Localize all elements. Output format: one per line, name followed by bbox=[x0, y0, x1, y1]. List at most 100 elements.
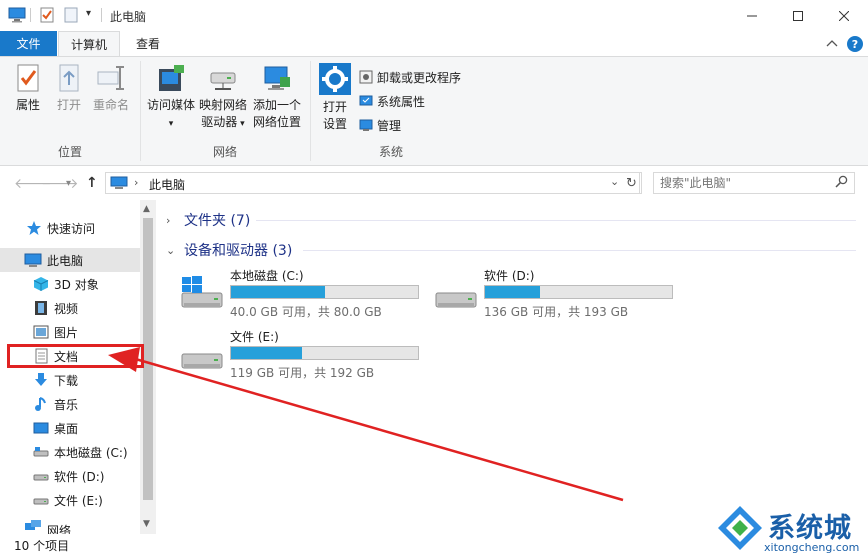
watermark: 系统城 xitongcheng.com bbox=[714, 500, 868, 556]
open-settings-button[interactable]: 打开 设置 bbox=[317, 63, 353, 133]
drive-icon bbox=[33, 474, 49, 481]
ribbon: 属性 打开 重命名 位置 访问媒体 ▾ 映射网络 驱动器 ▾ 添加一个 网络位置 bbox=[0, 56, 868, 166]
address-bar[interactable]: › 此电脑 ⌄ bbox=[105, 172, 640, 194]
manage-label: 管理 bbox=[377, 118, 402, 133]
scroll-thumb[interactable] bbox=[143, 218, 153, 500]
gear-icon bbox=[319, 63, 351, 95]
drive-e-info: 119 GB 可用，共 192 GB bbox=[230, 366, 375, 380]
picture-icon bbox=[33, 325, 49, 339]
manage-icon bbox=[359, 119, 373, 131]
nav-this-pc[interactable]: 此电脑 bbox=[0, 248, 140, 272]
star-icon bbox=[27, 221, 41, 235]
search-box[interactable] bbox=[653, 172, 855, 194]
search-icon[interactable] bbox=[835, 175, 848, 191]
open-settings-label-2: 设置 bbox=[322, 117, 347, 131]
this-pc-icon bbox=[24, 253, 42, 267]
ribbon-group-system: 打开 设置 卸载或更改程序 系统属性 管理 系统 bbox=[311, 57, 471, 165]
content-pane: › 文件夹 (7) ⌄ 设备和驱动器 (3) 本地磁盘 (C:) 40.0 GB… bbox=[156, 200, 868, 534]
rename-icon bbox=[97, 66, 124, 90]
nav-network[interactable]: 网络 bbox=[0, 518, 140, 534]
system-properties-label: 系统属性 bbox=[377, 94, 426, 109]
nav-label: 软件 (D:) bbox=[54, 469, 105, 484]
nav-label: 下载 bbox=[54, 373, 79, 388]
tab-computer[interactable]: 计算机 bbox=[58, 31, 120, 57]
video-icon bbox=[35, 301, 47, 315]
drive-e-usage-bar bbox=[230, 346, 419, 360]
this-pc-icon[interactable] bbox=[8, 7, 26, 26]
rename-button[interactable]: 重命名 bbox=[90, 63, 132, 114]
title-bar: ▾ 此电脑 bbox=[0, 0, 868, 31]
uninstall-icon bbox=[359, 70, 373, 84]
properties-button[interactable]: 属性 bbox=[10, 63, 46, 114]
nav-local-disk-c[interactable]: 本地磁盘 (C:) bbox=[0, 440, 140, 464]
section-devices[interactable]: ⌄ 设备和驱动器 (3) bbox=[166, 240, 292, 260]
drive-icon bbox=[181, 353, 223, 369]
nav-music[interactable]: 音乐 bbox=[0, 392, 140, 416]
nav-software-disk-d[interactable]: 软件 (D:) bbox=[0, 464, 140, 488]
open-label: 打开 bbox=[56, 98, 81, 112]
section-folders[interactable]: › 文件夹 (7) bbox=[166, 210, 250, 230]
nav-label: 音乐 bbox=[54, 397, 79, 412]
tab-view[interactable]: 查看 bbox=[125, 31, 171, 56]
nav-pictures[interactable]: 图片 bbox=[0, 320, 140, 344]
forward-arrow-icon[interactable]: 🡒 bbox=[41, 175, 79, 192]
title-divider bbox=[101, 8, 102, 22]
watermark-title: 系统城 bbox=[768, 513, 852, 544]
system-properties-button[interactable]: 系统属性 bbox=[359, 90, 425, 112]
ribbon-group-location: 属性 打开 重命名 位置 bbox=[0, 57, 140, 165]
recent-locations-icon[interactable]: ▾ bbox=[66, 178, 71, 189]
access-media-label: 访问媒体 bbox=[146, 98, 195, 112]
uninstall-programs-button[interactable]: 卸载或更改程序 bbox=[359, 66, 461, 88]
windows-drive-icon bbox=[181, 276, 223, 308]
drive-icon bbox=[33, 498, 49, 505]
scroll-down-icon[interactable]: ▼ bbox=[143, 519, 150, 529]
section-divider bbox=[256, 220, 856, 221]
breadcrumb-this-pc[interactable]: 此电脑 bbox=[149, 176, 185, 193]
qat-divider bbox=[30, 8, 31, 22]
uninstall-label: 卸载或更改程序 bbox=[377, 70, 462, 85]
collapse-ribbon-icon[interactable] bbox=[826, 37, 838, 51]
add-network-location-button[interactable]: 添加一个 网络位置 bbox=[251, 63, 303, 131]
nav-3d-objects[interactable]: 3D 对象 bbox=[0, 272, 140, 296]
download-icon bbox=[35, 373, 47, 386]
nav-downloads[interactable]: 下载 bbox=[0, 368, 140, 392]
drive-icon bbox=[435, 292, 477, 308]
tab-file[interactable]: 文件 bbox=[0, 31, 57, 56]
breadcrumb-separator-icon[interactable]: › bbox=[134, 176, 138, 189]
close-button[interactable] bbox=[821, 0, 867, 31]
network-location-icon bbox=[264, 66, 290, 90]
nav-quick-access[interactable]: 快速访问 bbox=[0, 216, 140, 240]
access-media-button[interactable]: 访问媒体 ▾ bbox=[145, 63, 197, 131]
open-button[interactable]: 打开 bbox=[53, 63, 85, 114]
search-input[interactable] bbox=[660, 175, 830, 191]
up-arrow-icon[interactable]: ↑ bbox=[86, 175, 98, 191]
qat-dropdown-icon[interactable]: ▾ bbox=[86, 8, 91, 19]
map-drive-button[interactable]: 映射网络 驱动器 ▾ bbox=[197, 63, 249, 133]
nav-document-disk-e[interactable]: 文件 (E:) bbox=[0, 488, 140, 512]
scroll-up-icon[interactable]: ▲ bbox=[143, 204, 150, 214]
help-icon[interactable]: ? bbox=[847, 36, 863, 52]
group-label-system: 系统 bbox=[378, 145, 403, 159]
chevron-right-icon: › bbox=[166, 213, 171, 227]
media-icon bbox=[159, 65, 184, 91]
nav-desktop[interactable]: 桌面 bbox=[0, 416, 140, 440]
properties-qat-icon[interactable] bbox=[40, 7, 54, 26]
drive-d-usage-bar bbox=[484, 285, 673, 299]
maximize-button[interactable] bbox=[775, 0, 821, 31]
section-devices-title: 设备和驱动器 (3) bbox=[184, 243, 293, 259]
address-dropdown-icon[interactable]: ⌄ bbox=[610, 175, 619, 188]
drive-d-info: 136 GB 可用，共 193 GB bbox=[484, 305, 629, 319]
minimize-button[interactable] bbox=[729, 0, 775, 31]
add-location-label-2: 网络位置 bbox=[252, 115, 301, 129]
nav-videos[interactable]: 视频 bbox=[0, 296, 140, 320]
manage-button[interactable]: 管理 bbox=[359, 114, 401, 136]
drive-d[interactable]: 软件 (D:) 136 GB 可用，共 193 GB bbox=[434, 267, 684, 319]
drive-c[interactable]: 本地磁盘 (C:) 40.0 GB 可用，共 80.0 GB bbox=[180, 267, 430, 319]
refresh-icon[interactable]: ↻ bbox=[622, 172, 642, 194]
drive-e[interactable]: 文件 (E:) 119 GB 可用，共 192 GB bbox=[180, 328, 430, 380]
map-drive-label-1: 映射网络 bbox=[198, 98, 247, 112]
map-drive-icon bbox=[210, 72, 236, 90]
cube-icon bbox=[33, 277, 49, 291]
watermark-subtitle: xitongcheng.com bbox=[764, 541, 860, 554]
new-folder-qat-icon[interactable] bbox=[64, 7, 78, 26]
